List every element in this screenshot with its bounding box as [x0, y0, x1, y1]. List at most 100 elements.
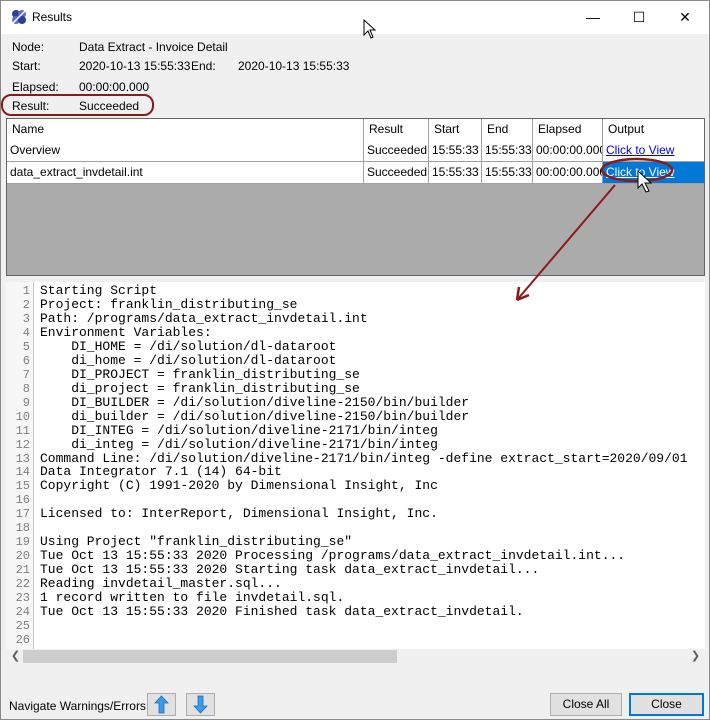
log-line: Licensed to: InterReport, Dimensional In… [40, 506, 438, 522]
log-line: Reading invdetail_master.sql... [40, 576, 282, 592]
line-number: 26 [15, 633, 30, 647]
line-number: 20 [15, 549, 30, 564]
start-value: 2020-10-13 15:55:33 [79, 59, 191, 73]
line-number-gutter: 1 2 3 4 5 6 7 8 9 10 11 12 13 14 15 16 17 18 19 20 21 22 23 24 2… [6, 282, 34, 649]
log-line: Starting Script [40, 283, 158, 298]
column-header-start[interactable]: Start [429, 119, 482, 140]
next-warning-button[interactable] [186, 693, 215, 716]
elapsed-value: 00:00:00.000 [79, 80, 150, 94]
line-number: 16 [15, 493, 30, 508]
log-line: Project: franklin_distributing_se [40, 296, 298, 312]
line-number: 2 [22, 297, 30, 312]
line-number: 7 [22, 367, 30, 382]
line-number: 5 [22, 339, 30, 354]
log-line: DI_INTEG = /di/solution/diveline-2171/bi… [40, 422, 438, 438]
cell-result: Succeeded [364, 140, 429, 161]
arrow-up-icon [154, 695, 169, 714]
column-header-end[interactable]: End [482, 119, 533, 140]
title-bar: Results — ☐ ✕ [1, 1, 709, 34]
line-number: 21 [15, 563, 30, 578]
results-window: Results — ☐ ✕ Node: Data Extract - Invoi… [0, 0, 710, 720]
line-number: 11 [15, 423, 30, 438]
cell-result: Succeeded [364, 162, 429, 183]
line-number: 22 [15, 577, 30, 592]
line-number: 18 [15, 521, 30, 536]
column-header-output[interactable]: Output [603, 119, 704, 140]
close-all-button[interactable]: Close All [550, 693, 622, 716]
line-number: 23 [15, 591, 30, 606]
line-number: 17 [15, 507, 30, 522]
result-label: Result: [12, 99, 50, 113]
log-line: di_project = franklin_distributing_se [40, 380, 360, 396]
log-line: DI_PROJECT = franklin_distributing_se [40, 366, 360, 382]
table-row[interactable]: data_extract_invdetail.int Succeeded 15:… [7, 162, 704, 184]
log-line: Tue Oct 13 15:55:33 2020 Finished task d… [40, 604, 524, 620]
grid-header: Name Result Start End Elapsed Output [7, 119, 704, 141]
log-line: Path: /programs/data_extract_invdetail.i… [40, 310, 368, 326]
results-grid: Name Result Start End Elapsed Output Ove… [6, 118, 705, 276]
close-window-button[interactable]: ✕ [662, 1, 708, 34]
line-number: 4 [22, 325, 30, 340]
log-viewer[interactable]: 1 2 3 4 5 6 7 8 9 10 11 12 13 14 15 16 17 18 19 20 21 22 23 24 2… [6, 282, 705, 649]
close-button[interactable]: Close [629, 693, 704, 716]
click-to-view-link[interactable]: Click to View [606, 165, 674, 179]
app-logo-icon [12, 10, 26, 24]
line-number: 9 [22, 395, 30, 410]
minimize-button[interactable]: — [570, 1, 616, 34]
log-line: Tue Oct 13 15:55:33 2020 Starting task d… [40, 562, 540, 578]
log-line: Command Line: /di/solution/diveline-2171… [40, 450, 688, 466]
result-value: Succeeded [79, 99, 140, 113]
horizontal-scrollbar[interactable]: ❮ ❯ [6, 649, 705, 664]
node-label: Node: [12, 40, 45, 54]
cell-start: 15:55:33 [429, 140, 482, 161]
arrow-down-icon [193, 695, 208, 714]
line-number: 3 [22, 311, 30, 326]
cell-elapsed: 00:00:00.000 [533, 162, 603, 183]
scroll-left-icon[interactable]: ❮ [8, 649, 23, 664]
log-line: Environment Variables: [40, 324, 212, 340]
elapsed-label: Elapsed: [12, 80, 59, 94]
log-line: DI_BUILDER = /di/solution/diveline-2150/… [40, 394, 470, 410]
table-row[interactable]: Overview Succeeded 15:55:33 15:55:33 00:… [7, 140, 704, 162]
log-line: Data Integrator 7.1 (14) 64-bit [40, 464, 282, 480]
cell-start: 15:55:33 [429, 162, 482, 183]
line-number: 14 [15, 465, 30, 480]
log-line: di_integ = /di/solution/diveline-2171/bi… [40, 436, 438, 452]
scroll-right-icon[interactable]: ❯ [688, 649, 703, 664]
log-line: di_home = /di/solution/dl-dataroot [40, 352, 337, 368]
line-number: 13 [15, 451, 30, 466]
navigate-label: Navigate Warnings/Errors: [9, 699, 150, 713]
column-header-result[interactable]: Result [364, 119, 429, 140]
line-number: 24 [15, 605, 30, 620]
line-number: 10 [15, 409, 30, 424]
line-number: 12 [15, 437, 30, 452]
column-header-name[interactable]: Name [7, 119, 364, 140]
start-label: Start: [12, 59, 41, 73]
log-line: 1 record written to file invdetail.sql. [40, 590, 345, 606]
node-value: Data Extract - Invoice Detail [79, 40, 228, 54]
line-number: 15 [15, 479, 30, 494]
previous-warning-button[interactable] [147, 693, 176, 716]
scrollbar-thumb[interactable] [23, 650, 397, 663]
cell-name: data_extract_invdetail.int [7, 162, 364, 183]
line-number: 8 [22, 381, 30, 396]
cell-name: Overview [7, 140, 364, 161]
log-line: Tue Oct 13 15:55:33 2020 Processing /pro… [40, 548, 626, 564]
window-title: Results [32, 10, 73, 24]
cell-end: 15:55:33 [482, 162, 533, 183]
line-number: 25 [15, 619, 30, 634]
log-line: Using Project "franklin_distributing_se" [40, 534, 353, 550]
log-line: Copyright (C) 1991-2020 by Dimensional I… [40, 478, 438, 494]
cell-elapsed: 00:00:00.000 [533, 140, 603, 161]
log-line: di_builder = /di/solution/diveline-2150/… [40, 408, 470, 424]
line-number: 6 [22, 353, 30, 368]
click-to-view-link[interactable]: Click to View [606, 143, 674, 157]
end-label: End: [191, 59, 216, 73]
log-line: DI_HOME = /di/solution/dl-dataroot [40, 338, 337, 354]
cell-end: 15:55:33 [482, 140, 533, 161]
end-value: 2020-10-13 15:55:33 [238, 59, 350, 73]
line-number: 1 [22, 284, 30, 298]
column-header-elapsed[interactable]: Elapsed [533, 119, 603, 140]
line-number: 19 [15, 535, 30, 550]
maximize-button[interactable]: ☐ [616, 1, 662, 34]
